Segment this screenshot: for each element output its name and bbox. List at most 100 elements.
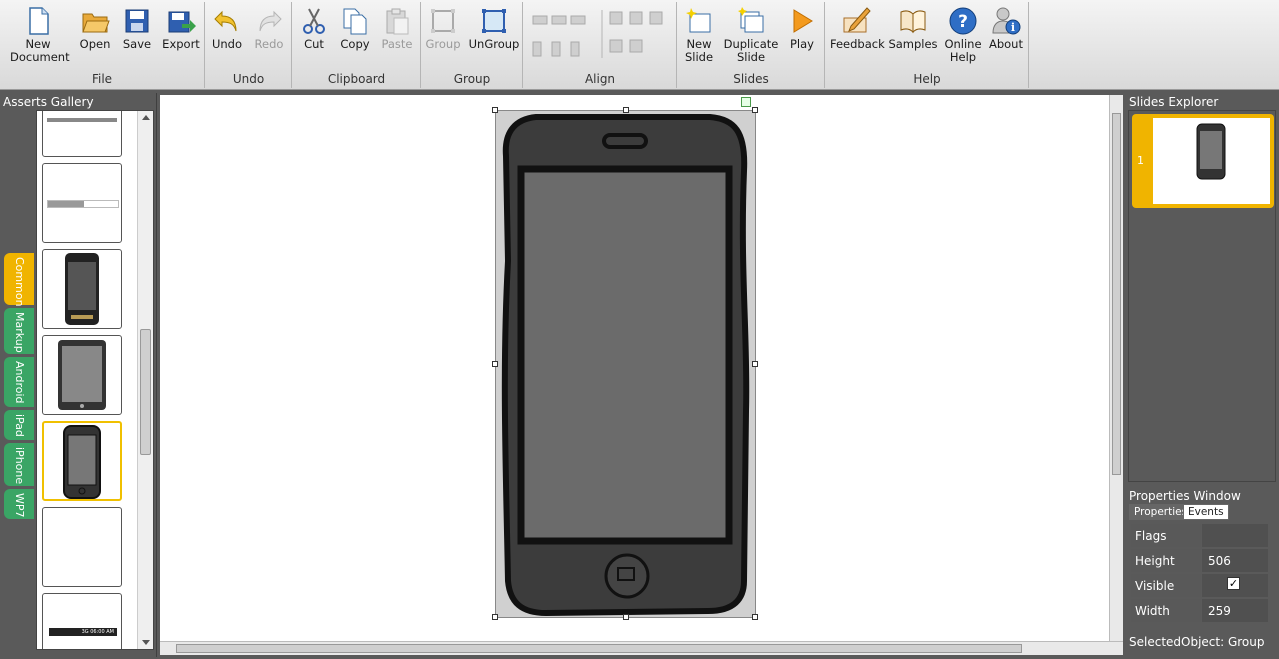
asserts-gallery-panel: Asserts Gallery Common Markup Android iP…: [0, 93, 157, 657]
feedback-label: Feedback: [830, 37, 885, 51]
online-help-label: Online Help: [944, 37, 982, 64]
tab-wp7[interactable]: WP7: [4, 489, 34, 519]
samples-button[interactable]: Samples: [887, 6, 939, 51]
about-button[interactable]: i About: [980, 6, 1032, 51]
export-label: Export: [162, 37, 200, 51]
property-name: Flags: [1131, 524, 1201, 547]
height-input[interactable]: 506: [1202, 549, 1268, 572]
property-name: Height: [1131, 549, 1201, 572]
ribbon-group-group: Group UnGroup Group: [422, 2, 523, 88]
canvas-hscroll-thumb[interactable]: [176, 644, 1022, 653]
ribbon-toolbar: New Document Open Save Export File Undo …: [0, 0, 1279, 90]
gallery-item-slider[interactable]: [42, 163, 122, 243]
iphone-sketch-icon: [501, 114, 750, 617]
feedback-icon: [843, 7, 871, 33]
android-phone-icon: [65, 253, 99, 325]
export-icon: [168, 11, 196, 33]
new-document-button[interactable]: New Document: [10, 6, 70, 64]
ribbon-group-align: Align: [524, 2, 677, 88]
slide-preview: [1153, 118, 1270, 204]
undo-label: Undo: [211, 37, 243, 51]
gallery-item-progress-bar[interactable]: [42, 111, 122, 157]
resize-handle-bottom-right[interactable]: [752, 614, 758, 620]
width-input[interactable]: 259: [1202, 599, 1268, 622]
gallery-item-blank[interactable]: [42, 507, 122, 587]
new-slide-label: New Slide: [684, 37, 714, 64]
paste-button[interactable]: Paste: [371, 6, 423, 51]
ribbon-group-clipboard: Cut Copy Paste Clipboard: [293, 2, 421, 88]
slides-explorer-title: Slides Explorer: [1129, 95, 1219, 109]
iphone-thumbnail-icon: [1196, 123, 1226, 180]
ribbon-group-label-group: Group: [453, 72, 491, 86]
export-button[interactable]: Export: [155, 6, 207, 51]
group-button[interactable]: Group: [417, 6, 469, 51]
resize-handle-top-left[interactable]: [492, 107, 498, 113]
redo-icon: [259, 10, 282, 32]
resize-handle-left[interactable]: [492, 361, 498, 367]
tab-common[interactable]: Common: [4, 253, 34, 307]
ribbon-group-slides: New Slide Duplicate Slide Play Slides: [678, 2, 825, 88]
slides-explorer-list: 1: [1128, 110, 1276, 482]
ribbon-group-file: New Document Open Save Export File: [0, 2, 205, 88]
play-icon: [793, 9, 813, 33]
canvas-vscroll-thumb[interactable]: [1112, 113, 1121, 475]
duplicate-slide-icon: [738, 7, 764, 33]
new-document-icon: [29, 7, 49, 35]
ribbon-group-label-slides: Slides: [733, 72, 769, 86]
visible-checkbox[interactable]: ✓: [1227, 577, 1240, 590]
group-icon: [431, 9, 455, 33]
lock-toggle-icon[interactable]: [741, 97, 751, 107]
duplicate-slide-label: Duplicate Slide: [723, 37, 779, 64]
new-document-label: New Document: [10, 37, 70, 64]
about-label: About: [988, 37, 1023, 51]
ribbon-group-help: Feedback Samples ? Online Help i About H…: [826, 2, 1029, 88]
tab-events[interactable]: Events: [1183, 504, 1229, 520]
tab-android[interactable]: Android: [4, 357, 34, 407]
resize-handle-top[interactable]: [623, 107, 629, 113]
gallery-item-android-phone[interactable]: [42, 249, 122, 329]
ribbon-group-undo: Undo Redo Undo: [206, 2, 292, 88]
slide-number: 1: [1137, 154, 1144, 167]
group-label: Group: [425, 37, 461, 51]
ungroup-button[interactable]: UnGroup: [466, 6, 522, 51]
gallery-item-iphone[interactable]: [42, 421, 122, 501]
gallery-scroll-down-arrow[interactable]: [142, 640, 150, 645]
gallery-scrollbar[interactable]: [137, 111, 153, 649]
resize-handle-top-right[interactable]: [752, 107, 758, 113]
resize-handle-bottom-left[interactable]: [492, 614, 498, 620]
tab-ipad[interactable]: iPad: [4, 410, 34, 440]
progress-bar-preview: [47, 118, 117, 122]
tab-markup[interactable]: Markup: [4, 308, 34, 354]
canvas-vertical-scrollbar[interactable]: [1109, 95, 1123, 641]
iphone-icon: [63, 425, 101, 499]
asserts-gallery-title: Asserts Gallery: [3, 95, 94, 109]
slide-thumbnail[interactable]: 1: [1132, 114, 1274, 208]
align-tools-icon[interactable]: [530, 8, 672, 60]
about-icon: i: [992, 7, 1021, 35]
paste-icon: [386, 8, 409, 35]
gallery-item-status-bar[interactable]: 3G 06:00 AM: [42, 593, 122, 649]
play-button[interactable]: Play: [776, 6, 828, 51]
play-label: Play: [790, 37, 814, 51]
resize-handle-bottom[interactable]: [623, 614, 629, 620]
gallery-scroll-up-arrow[interactable]: [142, 115, 150, 120]
new-slide-icon: [686, 8, 711, 33]
ribbon-group-label-undo: Undo: [232, 72, 265, 86]
design-canvas[interactable]: [160, 95, 1110, 641]
properties-window-title: Properties Window: [1129, 489, 1241, 503]
canvas-horizontal-scrollbar[interactable]: [160, 641, 1123, 655]
save-icon: [125, 9, 149, 33]
property-value[interactable]: [1202, 524, 1268, 547]
copy-icon: [343, 8, 367, 35]
ungroup-label: UnGroup: [468, 37, 520, 51]
feedback-button[interactable]: Feedback: [830, 6, 885, 51]
resize-handle-right[interactable]: [752, 361, 758, 367]
duplicate-slide-button[interactable]: Duplicate Slide: [722, 6, 780, 64]
open-folder-icon: [82, 13, 110, 33]
gallery-scroll-thumb[interactable]: [140, 329, 151, 455]
tab-iphone[interactable]: iPhone: [4, 443, 34, 486]
new-slide-button[interactable]: New Slide: [673, 6, 725, 64]
selected-iphone-mockup[interactable]: [492, 97, 758, 620]
ribbon-group-label-file: File: [91, 72, 113, 86]
gallery-item-ipad[interactable]: [42, 335, 122, 415]
